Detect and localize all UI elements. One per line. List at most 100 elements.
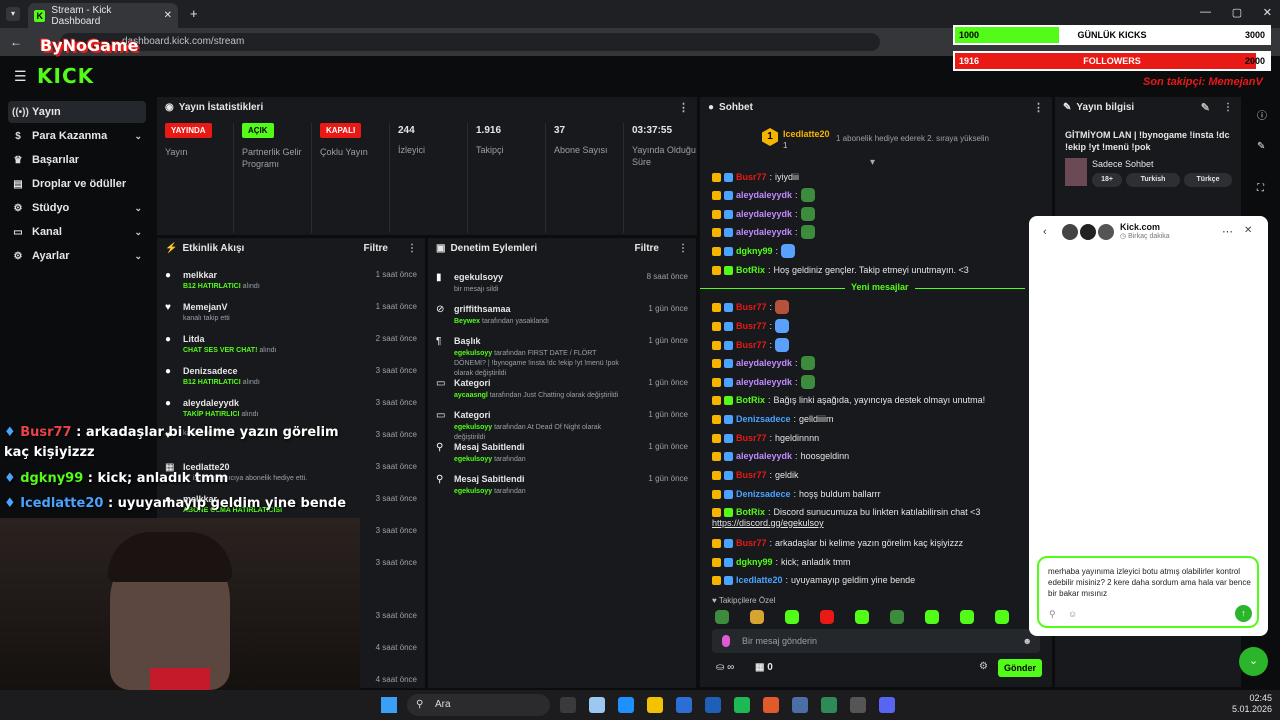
- taskbar-app-icon[interactable]: [676, 697, 692, 713]
- moderation-header: ▣ Denetim Eylemleri Filtre ⋮: [428, 238, 696, 258]
- send-button[interactable]: Gönder: [998, 659, 1042, 677]
- moderation-menu-icon[interactable]: ⋮: [678, 243, 688, 254]
- chat-menu-icon[interactable]: ⋮: [1033, 101, 1044, 114]
- taskbar-app-icon[interactable]: [589, 697, 605, 713]
- chevron-down-icon[interactable]: ⌄: [134, 251, 142, 262]
- sidebar-item-4[interactable]: ⚙ Stüdyo ⌄: [8, 197, 146, 219]
- taskbar-app-icon[interactable]: [618, 697, 634, 713]
- activity-menu-icon[interactable]: ⋮: [407, 243, 417, 254]
- more-icon[interactable]: ⋯: [1222, 225, 1233, 238]
- emote-icon[interactable]: [820, 610, 834, 624]
- stats-menu-icon[interactable]: ⋮: [678, 101, 689, 114]
- chevron-down-icon[interactable]: ⌄: [134, 203, 142, 214]
- hamburger-menu-icon[interactable]: ☰: [14, 68, 27, 85]
- chat-username[interactable]: aleydaleyydk: [736, 377, 792, 387]
- chat-username[interactable]: Busr77: [736, 470, 767, 480]
- chat-username[interactable]: aleydaleyydk: [736, 358, 792, 368]
- taskbar-app-icon[interactable]: [560, 697, 576, 713]
- chat-username[interactable]: Busr77: [736, 172, 767, 182]
- chat-emote-icon: [800, 225, 815, 239]
- taskbar-app-icon[interactable]: [763, 697, 779, 713]
- chevron-down-icon[interactable]: ⌄: [134, 227, 142, 238]
- chat-username[interactable]: Denizsadece: [736, 489, 791, 499]
- kick-logo[interactable]: KICK: [37, 64, 94, 88]
- back-chevron-icon[interactable]: ‹: [1043, 226, 1047, 238]
- taskbar-app-icon[interactable]: [879, 697, 895, 713]
- tab-menu-icon[interactable]: ▾: [6, 7, 20, 21]
- emoji-picker-icon[interactable]: ☺: [1068, 609, 1077, 619]
- tag[interactable]: 18+: [1092, 173, 1122, 187]
- new-tab-icon[interactable]: +: [190, 6, 198, 21]
- status-badge-icon: [724, 172, 733, 182]
- activity-row: ● Litda CHAT SES VER CHAT! alındı 2 saat ön…: [157, 330, 425, 362]
- message-composer[interactable]: merhaba yayınıma izleyici botu atmış ola…: [1037, 556, 1259, 628]
- sidebar-item-6[interactable]: ⚙ Ayarlar ⌄: [8, 245, 146, 267]
- emote-icon[interactable]: [715, 610, 729, 624]
- mic-icon[interactable]: [722, 635, 730, 647]
- tag[interactable]: Turkish: [1126, 173, 1180, 187]
- pin-icon: ⚲: [436, 442, 444, 453]
- sidebar-item-0[interactable]: ((•)) Yayın: [8, 101, 146, 123]
- sidebar-item-3[interactable]: ▤ Droplar ve ödüller: [8, 173, 146, 195]
- attach-icon[interactable]: ⚲: [1049, 609, 1056, 620]
- chat-username[interactable]: Busr77: [736, 538, 767, 548]
- sidebar-item-5[interactable]: ▭ Kanal ⌄: [8, 221, 146, 243]
- chat-username[interactable]: dgkny99: [736, 246, 773, 256]
- emote-icon[interactable]: [785, 610, 799, 624]
- emote-icon[interactable]: [960, 610, 974, 624]
- info-menu-icon[interactable]: ⋮: [1223, 102, 1233, 113]
- info-icon[interactable]: ⓘ: [1257, 107, 1267, 122]
- emote-icon[interactable]: [890, 610, 904, 624]
- expand-icon[interactable]: ⛶: [1257, 183, 1264, 194]
- chat-username[interactable]: aleydaleyydk: [736, 451, 792, 461]
- emote-icon[interactable]: [750, 610, 764, 624]
- chat-username[interactable]: Denizsadece: [736, 414, 791, 424]
- close-tab-icon[interactable]: ✕: [164, 10, 172, 21]
- activity-filter-button[interactable]: Filtre: [364, 243, 388, 254]
- maximize-icon[interactable]: ▢: [1232, 6, 1242, 19]
- chat-username[interactable]: Busr77: [736, 321, 767, 331]
- chat-username[interactable]: aleydaleyydk: [736, 227, 792, 237]
- pencil-icon[interactable]: ✎: [1257, 141, 1265, 152]
- minimize-icon[interactable]: —: [1200, 6, 1211, 19]
- taskbar-app-icon[interactable]: [850, 697, 866, 713]
- taskbar-app-icon[interactable]: [734, 697, 750, 713]
- sidebar-item-2[interactable]: ♛ Başarılar: [8, 149, 146, 171]
- tag[interactable]: Türkçe: [1184, 173, 1232, 187]
- back-icon[interactable]: ←: [10, 35, 22, 49]
- collapse-icon[interactable]: ▾: [870, 157, 875, 168]
- send-message-icon[interactable]: ↑: [1235, 605, 1252, 622]
- chat-username[interactable]: dgkny99: [736, 557, 773, 567]
- close-popup-icon[interactable]: ✕: [1244, 225, 1252, 236]
- chat-username[interactable]: Busr77: [736, 302, 767, 312]
- emote-icon[interactable]: [995, 610, 1009, 624]
- close-window-icon[interactable]: ✕: [1263, 6, 1272, 19]
- browser-tab[interactable]: K Stream - Kick Dashboard ✕: [28, 3, 178, 28]
- chat-username[interactable]: Busr77: [736, 433, 767, 443]
- moderation-filter-button[interactable]: Filtre: [635, 243, 659, 254]
- chat-input[interactable]: Bir mesaj gönderin ☻: [712, 629, 1040, 653]
- activity-time: 3 saat önce: [375, 611, 417, 620]
- chat-username[interactable]: BotRix: [736, 395, 765, 405]
- url-field[interactable]: dashboard.kick.com/stream: [60, 33, 880, 51]
- chat-username[interactable]: BotRix: [736, 265, 765, 275]
- taskbar-app-icon[interactable]: [821, 697, 837, 713]
- chevron-down-icon[interactable]: ⌄: [134, 131, 142, 142]
- chat-username[interactable]: aleydaleyydk: [736, 209, 792, 219]
- edit-info-icon[interactable]: ✎: [1201, 101, 1210, 114]
- emote-icon[interactable]: [925, 610, 939, 624]
- chat-settings-icon[interactable]: ⚙: [979, 661, 988, 672]
- gift-box-icon[interactable]: ⛀ ∞: [716, 662, 734, 673]
- chat-username[interactable]: Icedlatte20: [736, 575, 783, 585]
- taskbar-app-icon[interactable]: [647, 697, 663, 713]
- taskbar-app-icon[interactable]: [705, 697, 721, 713]
- taskbar-search[interactable]: ⚲ Ara: [407, 694, 550, 716]
- emote-icon[interactable]: [855, 610, 869, 624]
- windows-start-icon[interactable]: [381, 697, 397, 713]
- moderation-time: 1 gün önce: [648, 410, 688, 419]
- taskbar-app-icon[interactable]: [792, 697, 808, 713]
- sidebar-item-1[interactable]: $ Para Kazanma ⌄: [8, 125, 146, 147]
- scroll-down-button[interactable]: ⌄: [1239, 647, 1268, 676]
- chat-username[interactable]: aleydaleyydk: [736, 190, 792, 200]
- chat-username[interactable]: Busr77: [736, 340, 767, 350]
